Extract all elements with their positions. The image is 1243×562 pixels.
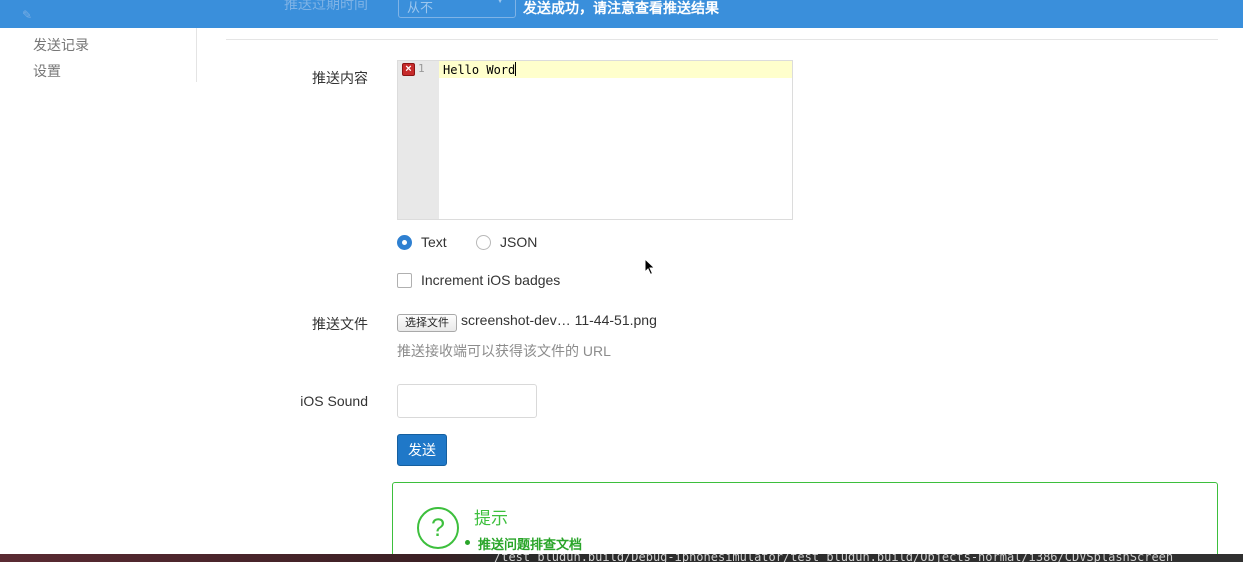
error-icon: × [402,63,415,76]
text-caret [515,62,517,76]
increment-badges-checkbox[interactable] [397,273,412,288]
content-label: 推送内容 [312,70,368,86]
file-label: 推送文件 [312,316,368,332]
desktop-background-strip: /test_bluduh.build/Debug-iphonesimulator… [0,554,1243,562]
editor-gutter: × 1 [398,61,439,219]
troubleshooting-doc-link[interactable]: 推送问题排查文档 [464,534,582,553]
notification-message: 发送成功，请注意查看推送结果 [523,0,719,16]
expiry-select-value: 从不 [407,0,434,15]
choose-file-button[interactable]: 选择文件 [397,314,457,332]
tip-panel: ? 提示 推送问题排查文档 [392,482,1218,562]
radio-json-label[interactable]: JSON [500,234,537,250]
ios-sound-input[interactable] [397,384,537,418]
radio-text[interactable] [397,235,412,250]
question-icon: ? [417,507,459,549]
sidebar: 发送记录 设置 [0,28,197,82]
sidebar-item-history[interactable]: 发送记录 [33,35,89,55]
sidebar-item-settings[interactable]: 设置 [33,61,61,81]
radio-text-label[interactable]: Text [421,234,447,250]
mouse-pointer-icon [644,258,656,276]
file-help-text: 推送接收端可以获得该文件的 URL [397,343,611,359]
ios-sound-label: iOS Sound [300,393,368,409]
expiry-label: 推送过期时间 [284,0,368,12]
increment-badges-label[interactable]: Increment iOS badges [421,272,560,288]
editor-code: Hello Word [443,63,516,77]
radio-json[interactable] [476,235,491,250]
editor-text[interactable]: Hello Word [443,62,517,77]
terminal-output-text: /test_bluduh.build/Debug-iphonesimulator… [494,554,1174,562]
send-button[interactable]: 发送 [397,434,447,466]
notification-bar: ✎ 推送过期时间 从不 ▼ 发送成功，请注意查看推送结果 [0,0,1243,28]
logo-icon: ✎ [22,8,33,22]
section-divider [226,39,1218,40]
tip-title: 提示 [474,509,508,528]
selected-file-name: screenshot-dev… 11-44-51.png [461,312,657,328]
line-number: 1 [418,62,425,75]
expiry-select[interactable]: 从不 ▼ [398,0,516,18]
chevron-down-icon: ▼ [495,0,505,6]
code-editor[interactable]: × 1 Hello Word [397,60,793,220]
